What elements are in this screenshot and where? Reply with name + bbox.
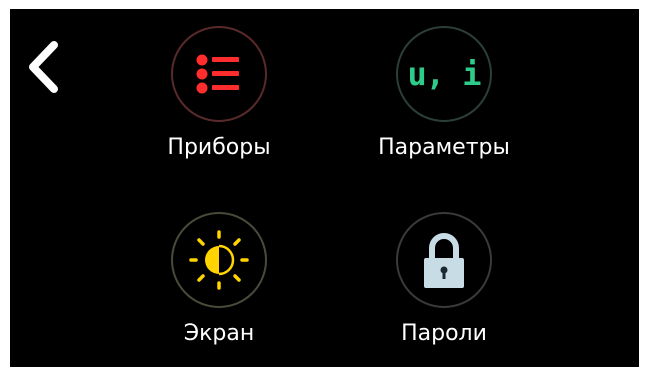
menu-item-screen[interactable]: Экран — [129, 212, 309, 348]
menu-item-parameters[interactable]: u, i Параметры — [354, 26, 534, 162]
settings-screen: Приборы u, i Параметры Экран Пароли — [10, 9, 639, 367]
menu-item-label: Приборы — [167, 135, 271, 160]
parameters-icon: u, i — [407, 55, 481, 93]
screen-icon-ring — [171, 212, 267, 308]
menu-item-label: Экран — [183, 321, 255, 346]
passwords-icon-ring — [396, 212, 492, 308]
parameters-icon-ring: u, i — [396, 26, 492, 122]
devices-icon-ring — [171, 26, 267, 122]
lock-icon — [424, 233, 464, 288]
chevron-left-icon — [29, 41, 58, 93]
list-icon — [196, 54, 239, 94]
brightness-icon — [189, 230, 249, 290]
menu-item-label: Пароли — [401, 321, 487, 346]
menu-item-label: Параметры — [378, 135, 510, 160]
menu-item-devices[interactable]: Приборы — [129, 26, 309, 162]
back-button[interactable] — [24, 39, 62, 95]
menu-item-passwords[interactable]: Пароли — [354, 212, 534, 348]
